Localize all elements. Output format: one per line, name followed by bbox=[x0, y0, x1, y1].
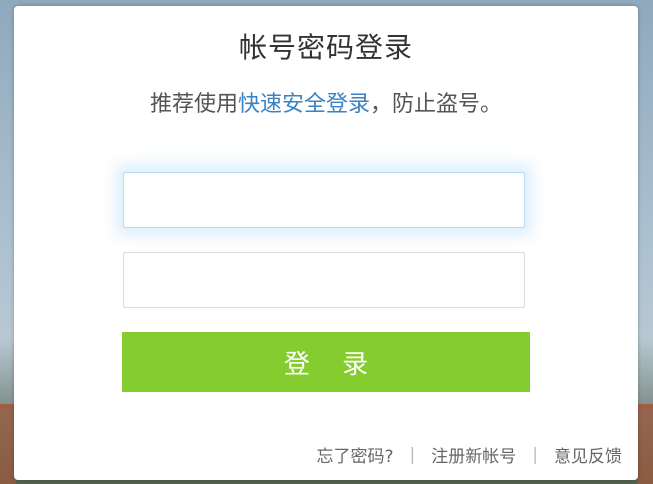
password-input[interactable] bbox=[123, 252, 525, 308]
quick-login-link[interactable]: 快速安全登录 bbox=[238, 92, 370, 117]
register-link[interactable]: 注册新帐号 bbox=[431, 442, 516, 467]
login-panel: 帐号密码登录 推荐使用快速安全登录，防止盗号。 登 录 忘了密码? | 注册新帐… bbox=[14, 6, 638, 480]
hint-suffix: ，防止盗号。 bbox=[370, 92, 503, 117]
background-post-right bbox=[637, 404, 653, 484]
footer-separator: | bbox=[409, 444, 416, 465]
login-hint: 推荐使用快速安全登录，防止盗号。 bbox=[14, 86, 638, 118]
forgot-password-link[interactable]: 忘了密码? bbox=[317, 442, 394, 467]
login-button[interactable]: 登 录 bbox=[122, 332, 530, 392]
feedback-link[interactable]: 意见反馈 bbox=[554, 442, 622, 467]
page-title: 帐号密码登录 bbox=[238, 31, 413, 64]
footer-links: 忘了密码? | 注册新帐号 | 意见反馈 bbox=[317, 442, 623, 468]
hint-prefix: 推荐使用 bbox=[149, 92, 238, 117]
footer-separator: | bbox=[532, 444, 538, 465]
account-input[interactable] bbox=[123, 172, 525, 228]
